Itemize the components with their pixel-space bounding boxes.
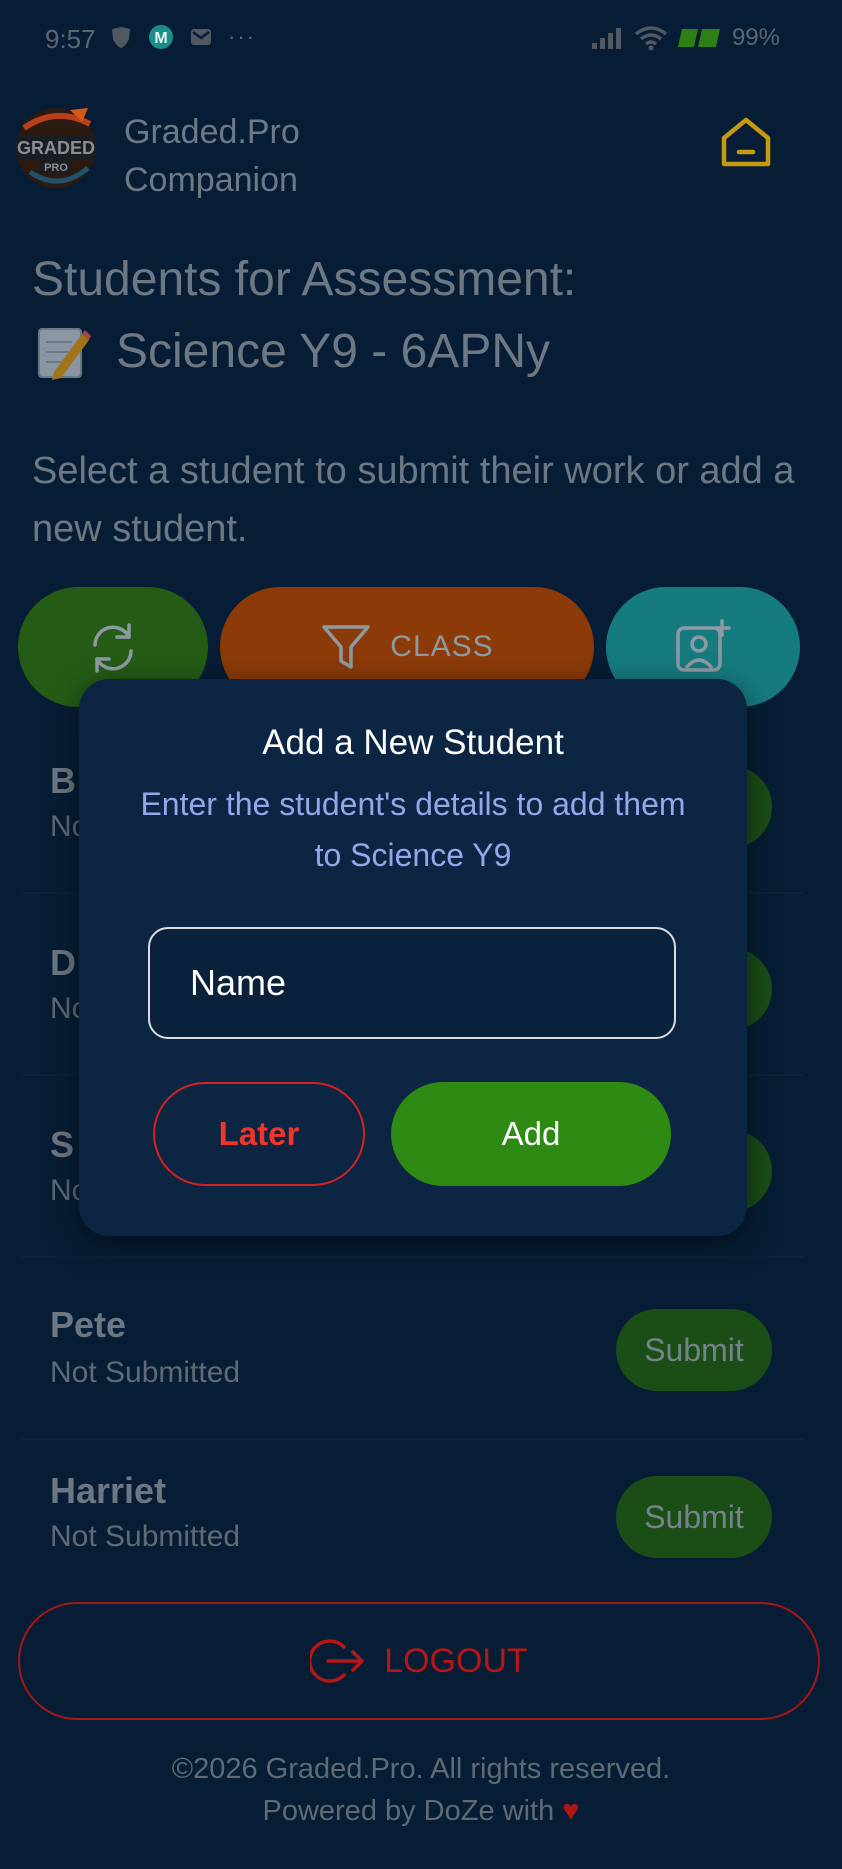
footer: ©2026 Graded.Pro. All rights reserved. P…: [0, 1748, 842, 1832]
system-status-icons: 99%: [590, 24, 780, 52]
mail-icon: [191, 29, 211, 45]
student-name: B: [50, 760, 76, 801]
status-time: 9:57: [45, 24, 96, 54]
filter-icon: [322, 625, 371, 669]
notification-icons: M ···: [108, 24, 256, 50]
class-name: Science Y9 - 6APNy: [116, 325, 550, 378]
svg-text:M: M: [154, 30, 167, 47]
shield-icon: [112, 27, 130, 48]
dialog-title: Add a New Student: [262, 723, 564, 762]
memo-icon: [38, 328, 91, 380]
student-name: S: [50, 1124, 75, 1165]
app-screen: 9:57 M ··· 99% GRADED PRO Graded.Pro Com…: [0, 0, 842, 1869]
add-button[interactable]: Add: [391, 1082, 671, 1186]
home-icon[interactable]: [714, 110, 778, 174]
later-button[interactable]: Later: [153, 1082, 365, 1186]
submit-button[interactable]: Submit: [616, 1476, 772, 1558]
heart-icon: ♥: [562, 1795, 580, 1827]
app-subtitle: Companion: [124, 161, 298, 199]
logout-label: LOGOUT: [384, 1641, 528, 1680]
student-row[interactable]: Harriet Not Submitted Submit: [22, 1438, 804, 1558]
student-row[interactable]: Pete Not Submitted Submit: [22, 1256, 804, 1440]
logo-text: GRADED: [17, 138, 95, 158]
student-name: Pete: [50, 1304, 127, 1345]
student-name: Harriet: [50, 1470, 167, 1511]
student-status: Not Submitted: [50, 1520, 241, 1553]
signal-icon: [591, 28, 621, 49]
refresh-icon: [93, 623, 133, 673]
student-status: Not Submitted: [50, 1356, 241, 1389]
page-instructions: Select a student to submit their work or…: [32, 450, 795, 550]
page-title-line2: Science Y9 - 6APNy: [32, 316, 812, 388]
submit-button[interactable]: Submit: [616, 1309, 772, 1391]
status-bar: 9:57 M ··· 99%: [0, 0, 842, 76]
add-user-icon: [676, 619, 731, 672]
powered-by-line: Powered by DoZe with ♥: [0, 1790, 842, 1832]
app-header: GRADED PRO Graded.Pro Companion: [0, 96, 842, 206]
student-name-input[interactable]: [148, 927, 676, 1039]
copyright-text: ©2026 Graded.Pro. All rights reserved.: [171, 1753, 671, 1785]
powered-by-text: Powered by DoZe with: [262, 1795, 555, 1827]
battery-icon: [677, 29, 720, 47]
graded-pro-logo: GRADED PRO: [16, 108, 96, 188]
more-notifications-icon: ···: [228, 24, 256, 49]
app-name: Graded.Pro: [124, 113, 300, 151]
logo-subtext: PRO: [44, 162, 68, 174]
battery-percent: 99%: [731, 24, 780, 51]
dialog-description: Enter the student's details to add them …: [140, 786, 686, 873]
logout-button[interactable]: LOGOUT: [18, 1602, 820, 1720]
logout-icon: [310, 1639, 364, 1683]
class-filter-label: CLASS: [390, 630, 494, 663]
wifi-icon: [634, 26, 668, 51]
brand-name: Graded.Pro Companion: [124, 108, 300, 204]
student-name: D: [50, 942, 76, 983]
page-title-line1: Students for Assessment:: [32, 253, 577, 306]
m-app-icon: M: [149, 25, 173, 49]
page-title: Students for Assessment: Science Y9 - 6A…: [32, 244, 812, 388]
add-student-dialog: Add a New Student Enter the student's de…: [79, 679, 747, 1236]
